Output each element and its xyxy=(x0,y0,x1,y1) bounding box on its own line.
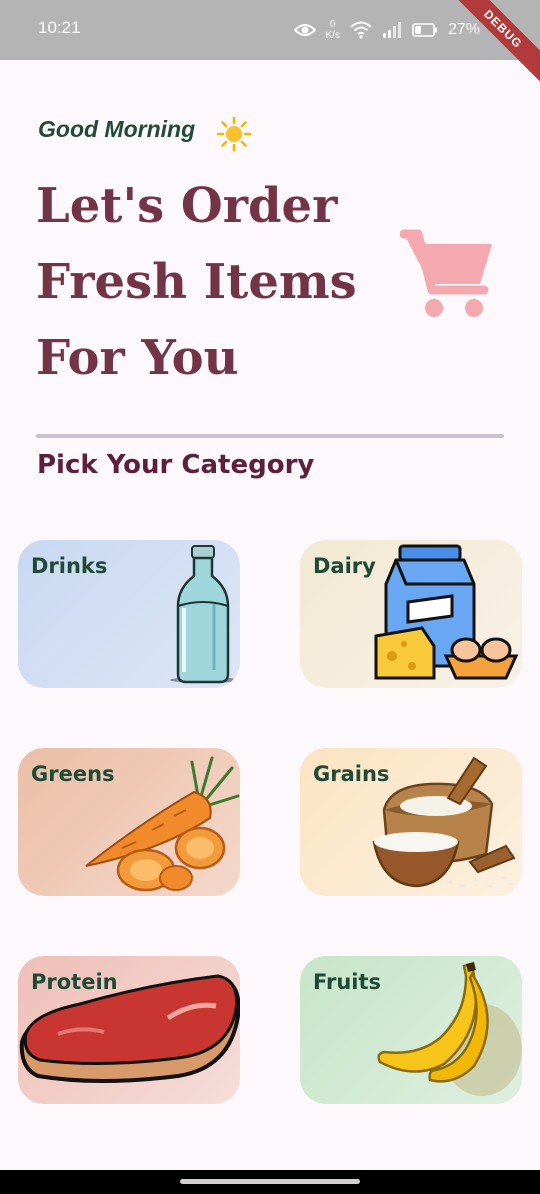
category-card-drinks[interactable]: Drinks xyxy=(18,540,240,688)
battery-percentage: 27% xyxy=(447,21,480,38)
section-title: Pick Your Category xyxy=(37,450,315,480)
category-card-dairy[interactable]: Dairy xyxy=(300,540,522,688)
wifi-icon xyxy=(350,21,372,39)
category-label: Grains xyxy=(313,762,390,786)
navigation-bar xyxy=(0,1170,540,1194)
gesture-handle[interactable] xyxy=(180,1179,360,1184)
net-speed: 0 K/s xyxy=(326,19,340,41)
rice-sack-icon xyxy=(372,756,516,888)
bananas-icon xyxy=(377,962,522,1096)
greeting-text: Good Morning xyxy=(38,116,196,142)
net-speed-unit: K/s xyxy=(325,30,340,41)
title-line-1: Let's Order xyxy=(36,178,338,234)
shopping-cart-icon[interactable] xyxy=(400,228,496,320)
eye-icon xyxy=(293,24,316,36)
title-line-3: For You xyxy=(36,330,239,386)
sun-icon xyxy=(216,116,252,152)
status-time: 10:21 xyxy=(38,18,81,37)
page-title: Let's Order Fresh Items For You xyxy=(36,168,396,396)
water-bottle-icon xyxy=(170,545,238,684)
signal-icon xyxy=(382,22,401,38)
category-label: Protein xyxy=(31,970,118,994)
category-card-fruits[interactable]: Fruits xyxy=(300,956,522,1104)
category-card-protein[interactable]: Protein xyxy=(18,956,240,1104)
divider xyxy=(36,434,504,438)
category-card-grains[interactable]: Grains xyxy=(300,748,522,896)
category-label: Drinks xyxy=(31,554,108,578)
category-card-greens[interactable]: Greens xyxy=(18,748,240,896)
milk-carton-cheese-eggs-icon xyxy=(374,544,519,680)
category-label: Dairy xyxy=(313,554,376,578)
status-icons: 0 K/s 27% xyxy=(293,16,480,44)
title-line-2: Fresh Items xyxy=(36,254,357,310)
net-speed-value: 0 xyxy=(329,19,336,30)
category-label: Fruits xyxy=(313,970,382,994)
category-label: Greens xyxy=(31,762,115,786)
status-bar: 10:21 0 K/s 27% xyxy=(0,0,540,60)
battery-icon xyxy=(412,23,437,37)
